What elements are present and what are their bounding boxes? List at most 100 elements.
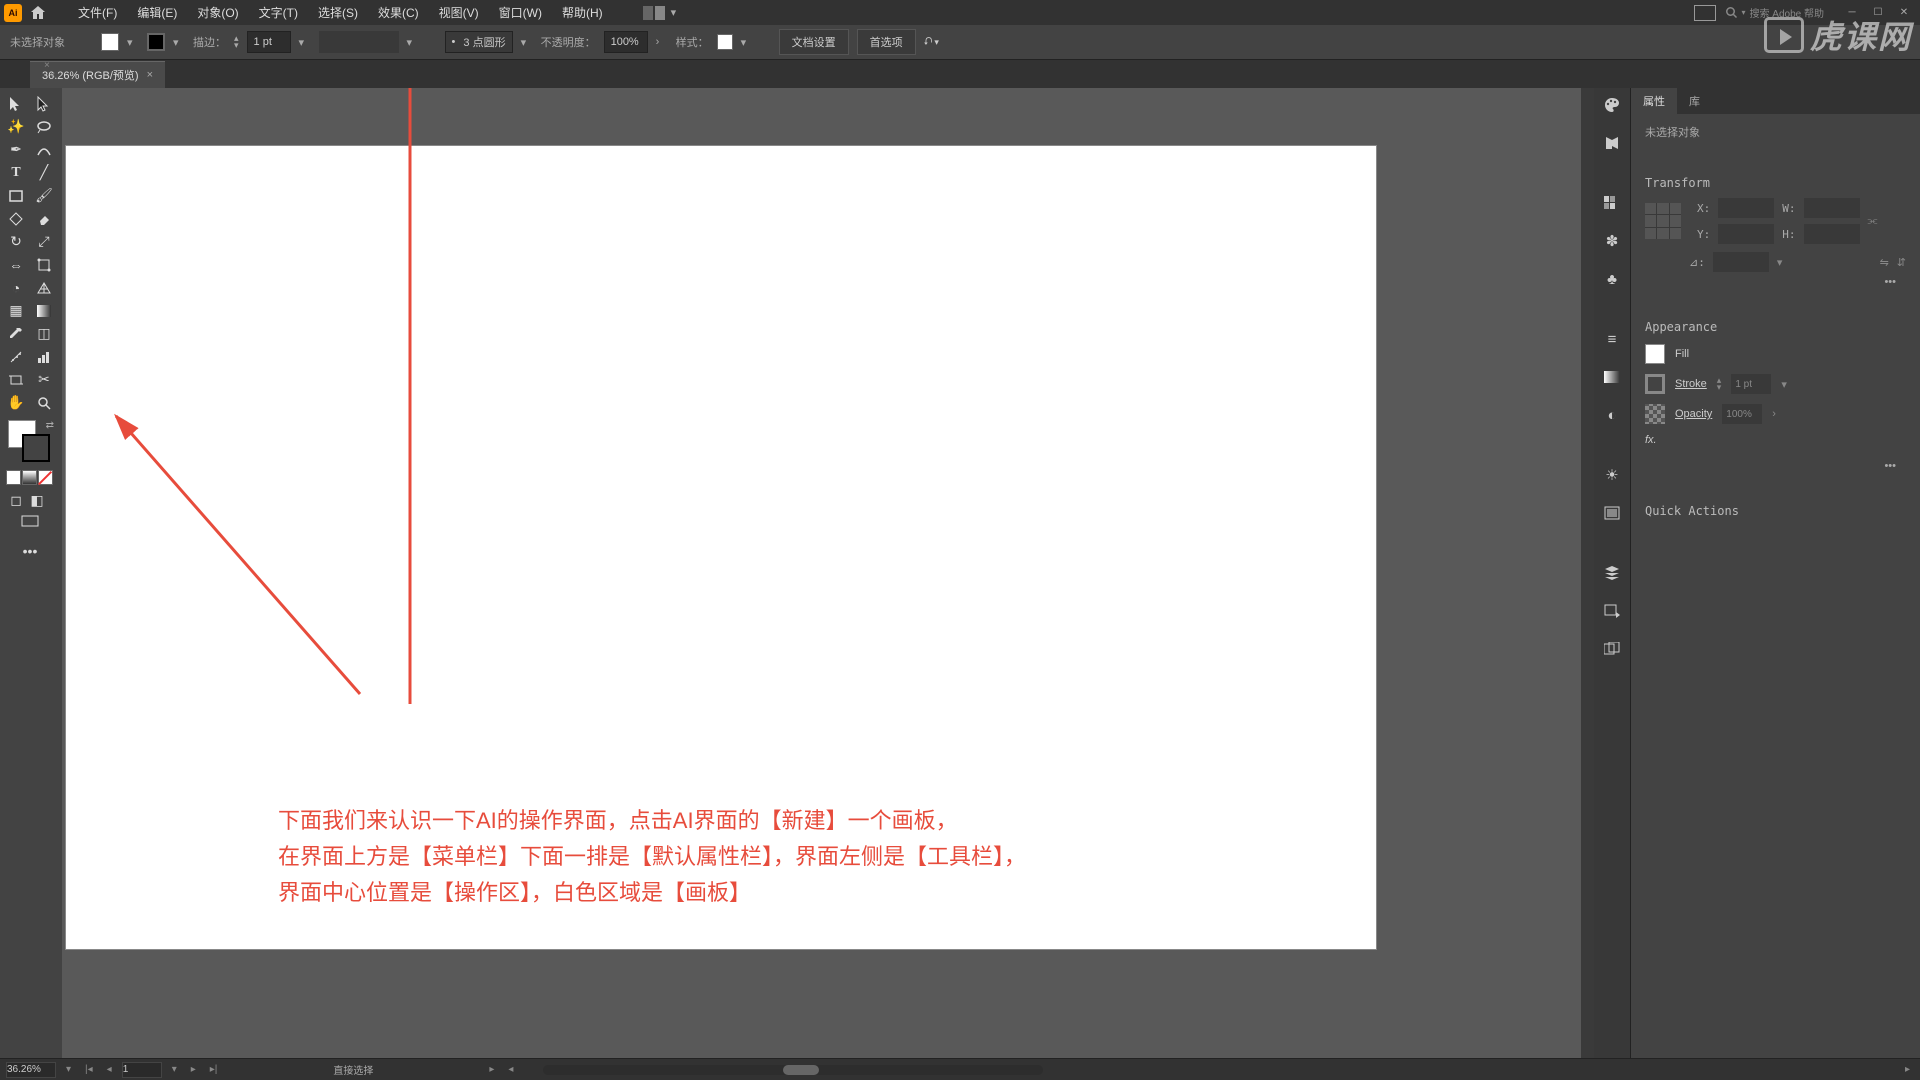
stroke-panel-icon[interactable]: ≡ xyxy=(1599,326,1625,352)
stroke-swatch-prop[interactable] xyxy=(1645,374,1665,394)
fill-swatch[interactable] xyxy=(101,33,119,51)
horizontal-scrollbar[interactable] xyxy=(543,1065,1043,1075)
last-artboard-icon[interactable]: ▸| xyxy=(206,1064,222,1075)
prev-artboard-icon[interactable]: ◂ xyxy=(103,1064,116,1075)
artboard-number-input[interactable] xyxy=(122,1062,162,1078)
scale-tool[interactable]: ⤢ xyxy=(30,230,58,253)
style-swatch[interactable] xyxy=(717,34,733,50)
swap-fill-stroke-icon[interactable]: ⇄ xyxy=(46,420,54,431)
search-box[interactable]: ▾ 搜索 Adobe 帮助 xyxy=(1726,5,1825,20)
type-tool[interactable]: T xyxy=(2,161,30,184)
stroke-swatch[interactable] xyxy=(147,33,165,51)
stroke-stepper-icon[interactable]: ▴▾ xyxy=(234,35,239,49)
flip-h-icon[interactable]: ⇋ xyxy=(1880,256,1889,269)
h-input[interactable] xyxy=(1804,224,1860,244)
hand-tool[interactable]: ✋ xyxy=(2,391,30,414)
direct-selection-tool[interactable] xyxy=(30,92,58,115)
minimize-button[interactable]: ─ xyxy=(1840,4,1864,22)
menu-view[interactable]: 视图(V) xyxy=(429,0,489,25)
mesh-tool[interactable]: ▦ xyxy=(2,299,30,322)
color-mode-solid[interactable] xyxy=(6,470,21,485)
zoom-input[interactable] xyxy=(6,1062,56,1078)
hscroll-right-icon[interactable]: ▸ xyxy=(1901,1064,1914,1075)
line-tool[interactable]: ╱ xyxy=(30,161,58,184)
opacity-input[interactable] xyxy=(604,31,648,53)
dash-dropdown-icon[interactable]: ▾ xyxy=(521,36,533,48)
home-icon[interactable] xyxy=(28,3,48,23)
stroke-weight-prop[interactable] xyxy=(1731,374,1771,394)
maximize-button[interactable]: ☐ xyxy=(1866,4,1890,22)
flip-v-icon[interactable]: ⇵ xyxy=(1897,256,1906,269)
workspace-switcher-icon[interactable]: ▾ xyxy=(643,6,677,20)
brush-dropdown-icon[interactable]: ▾ xyxy=(407,36,419,48)
first-artboard-icon[interactable]: |◂ xyxy=(81,1064,97,1075)
pen-tool[interactable]: ✒ xyxy=(2,138,30,161)
brush-definition[interactable] xyxy=(319,31,399,53)
rectangle-tool[interactable] xyxy=(2,184,30,207)
appearance-panel-icon[interactable]: ☀ xyxy=(1599,462,1625,488)
opacity-swatch-prop[interactable] xyxy=(1645,404,1665,424)
document-setup-button[interactable]: 文档设置 xyxy=(779,29,849,55)
opacity-popup-icon[interactable]: › xyxy=(656,36,668,48)
shaper-tool[interactable] xyxy=(2,207,30,230)
appearance-more-icon[interactable]: ••• xyxy=(1645,456,1906,476)
zoom-dropdown-icon[interactable]: ▾ xyxy=(62,1064,75,1075)
graphic-styles-panel-icon[interactable] xyxy=(1599,500,1625,526)
color-guide-icon[interactable] xyxy=(1599,130,1625,156)
layers-panel-icon[interactable] xyxy=(1599,560,1625,586)
tab-group-close-icon[interactable]: × xyxy=(44,60,54,70)
magic-wand-tool[interactable]: ✨ xyxy=(2,115,30,138)
stroke-weight-dropdown-icon[interactable]: ▾ xyxy=(299,36,311,48)
draw-behind-icon[interactable]: ◧ xyxy=(27,491,47,509)
dash-profile[interactable]: • 3 点圆形 xyxy=(445,31,513,53)
canvas[interactable]: 下面我们来认识一下AI的操作界面，点击AI界面的【新建】一个画板， 在界面上方是… xyxy=(62,88,1594,1080)
perspective-tool[interactable] xyxy=(30,276,58,299)
color-mode-none[interactable] xyxy=(38,470,53,485)
transform-more-icon[interactable]: ••• xyxy=(1645,272,1906,292)
gradient-panel-icon[interactable] xyxy=(1599,364,1625,390)
x-input[interactable] xyxy=(1718,198,1774,218)
zoom-tool[interactable] xyxy=(30,391,58,414)
column-graph-tool[interactable] xyxy=(30,345,58,368)
paintbrush-tool[interactable]: 🖌 xyxy=(30,184,58,207)
hscroll-thumb[interactable] xyxy=(783,1065,819,1075)
symbols-panel-icon[interactable]: ♣ xyxy=(1599,266,1625,292)
selection-tool[interactable] xyxy=(2,92,30,115)
menu-effect[interactable]: 效果(C) xyxy=(368,0,429,25)
blend-tool[interactable]: ◫ xyxy=(30,322,58,345)
link-wh-icon[interactable]: ⫘ xyxy=(1868,215,1878,228)
opacity-input-prop[interactable] xyxy=(1722,404,1762,424)
vertical-scrollbar[interactable] xyxy=(1581,88,1594,1080)
menu-select[interactable]: 选择(S) xyxy=(308,0,368,25)
symbol-sprayer-tool[interactable] xyxy=(2,345,30,368)
screen-mode-icon[interactable] xyxy=(16,511,44,531)
asset-export-panel-icon[interactable] xyxy=(1599,598,1625,624)
transparency-panel-icon[interactable]: ◐ xyxy=(1599,402,1625,428)
tab-libraries[interactable]: 库 xyxy=(1677,88,1712,114)
stroke-dropdown-icon[interactable]: ▾ xyxy=(173,36,185,48)
tab-properties[interactable]: 属性 xyxy=(1631,88,1677,114)
swatches-panel-icon[interactable] xyxy=(1599,190,1625,216)
brushes-panel-icon[interactable]: ✽ xyxy=(1599,228,1625,254)
y-input[interactable] xyxy=(1718,224,1774,244)
arrange-docs-icon[interactable] xyxy=(1694,5,1716,21)
fill-dropdown-icon[interactable]: ▾ xyxy=(127,36,139,48)
fill-stroke-indicator[interactable]: ⇄ xyxy=(8,420,52,464)
slice-tool[interactable]: ✂ xyxy=(30,368,58,391)
rotate-tool[interactable]: ↻ xyxy=(2,230,30,253)
draw-normal-icon[interactable]: ◻ xyxy=(6,491,26,509)
fx-label[interactable]: fx. xyxy=(1645,434,1657,446)
width-tool[interactable]: ⇔ xyxy=(2,253,30,276)
gradient-tool[interactable] xyxy=(30,299,58,322)
status-play-icon[interactable]: ▸ xyxy=(485,1064,498,1075)
tab-close-icon[interactable]: × xyxy=(147,69,153,81)
shape-builder-tool[interactable]: ◔ xyxy=(2,276,30,299)
eyedropper-tool[interactable] xyxy=(2,322,30,345)
menu-type[interactable]: 文字(T) xyxy=(249,0,308,25)
stroke-weight-input[interactable] xyxy=(247,31,291,53)
color-mode-gradient[interactable] xyxy=(22,470,37,485)
style-dropdown-icon[interactable]: ▾ xyxy=(741,36,753,48)
fill-swatch-prop[interactable] xyxy=(1645,344,1665,364)
close-button[interactable]: ✕ xyxy=(1892,4,1916,22)
menu-file[interactable]: 文件(F) xyxy=(68,0,127,25)
